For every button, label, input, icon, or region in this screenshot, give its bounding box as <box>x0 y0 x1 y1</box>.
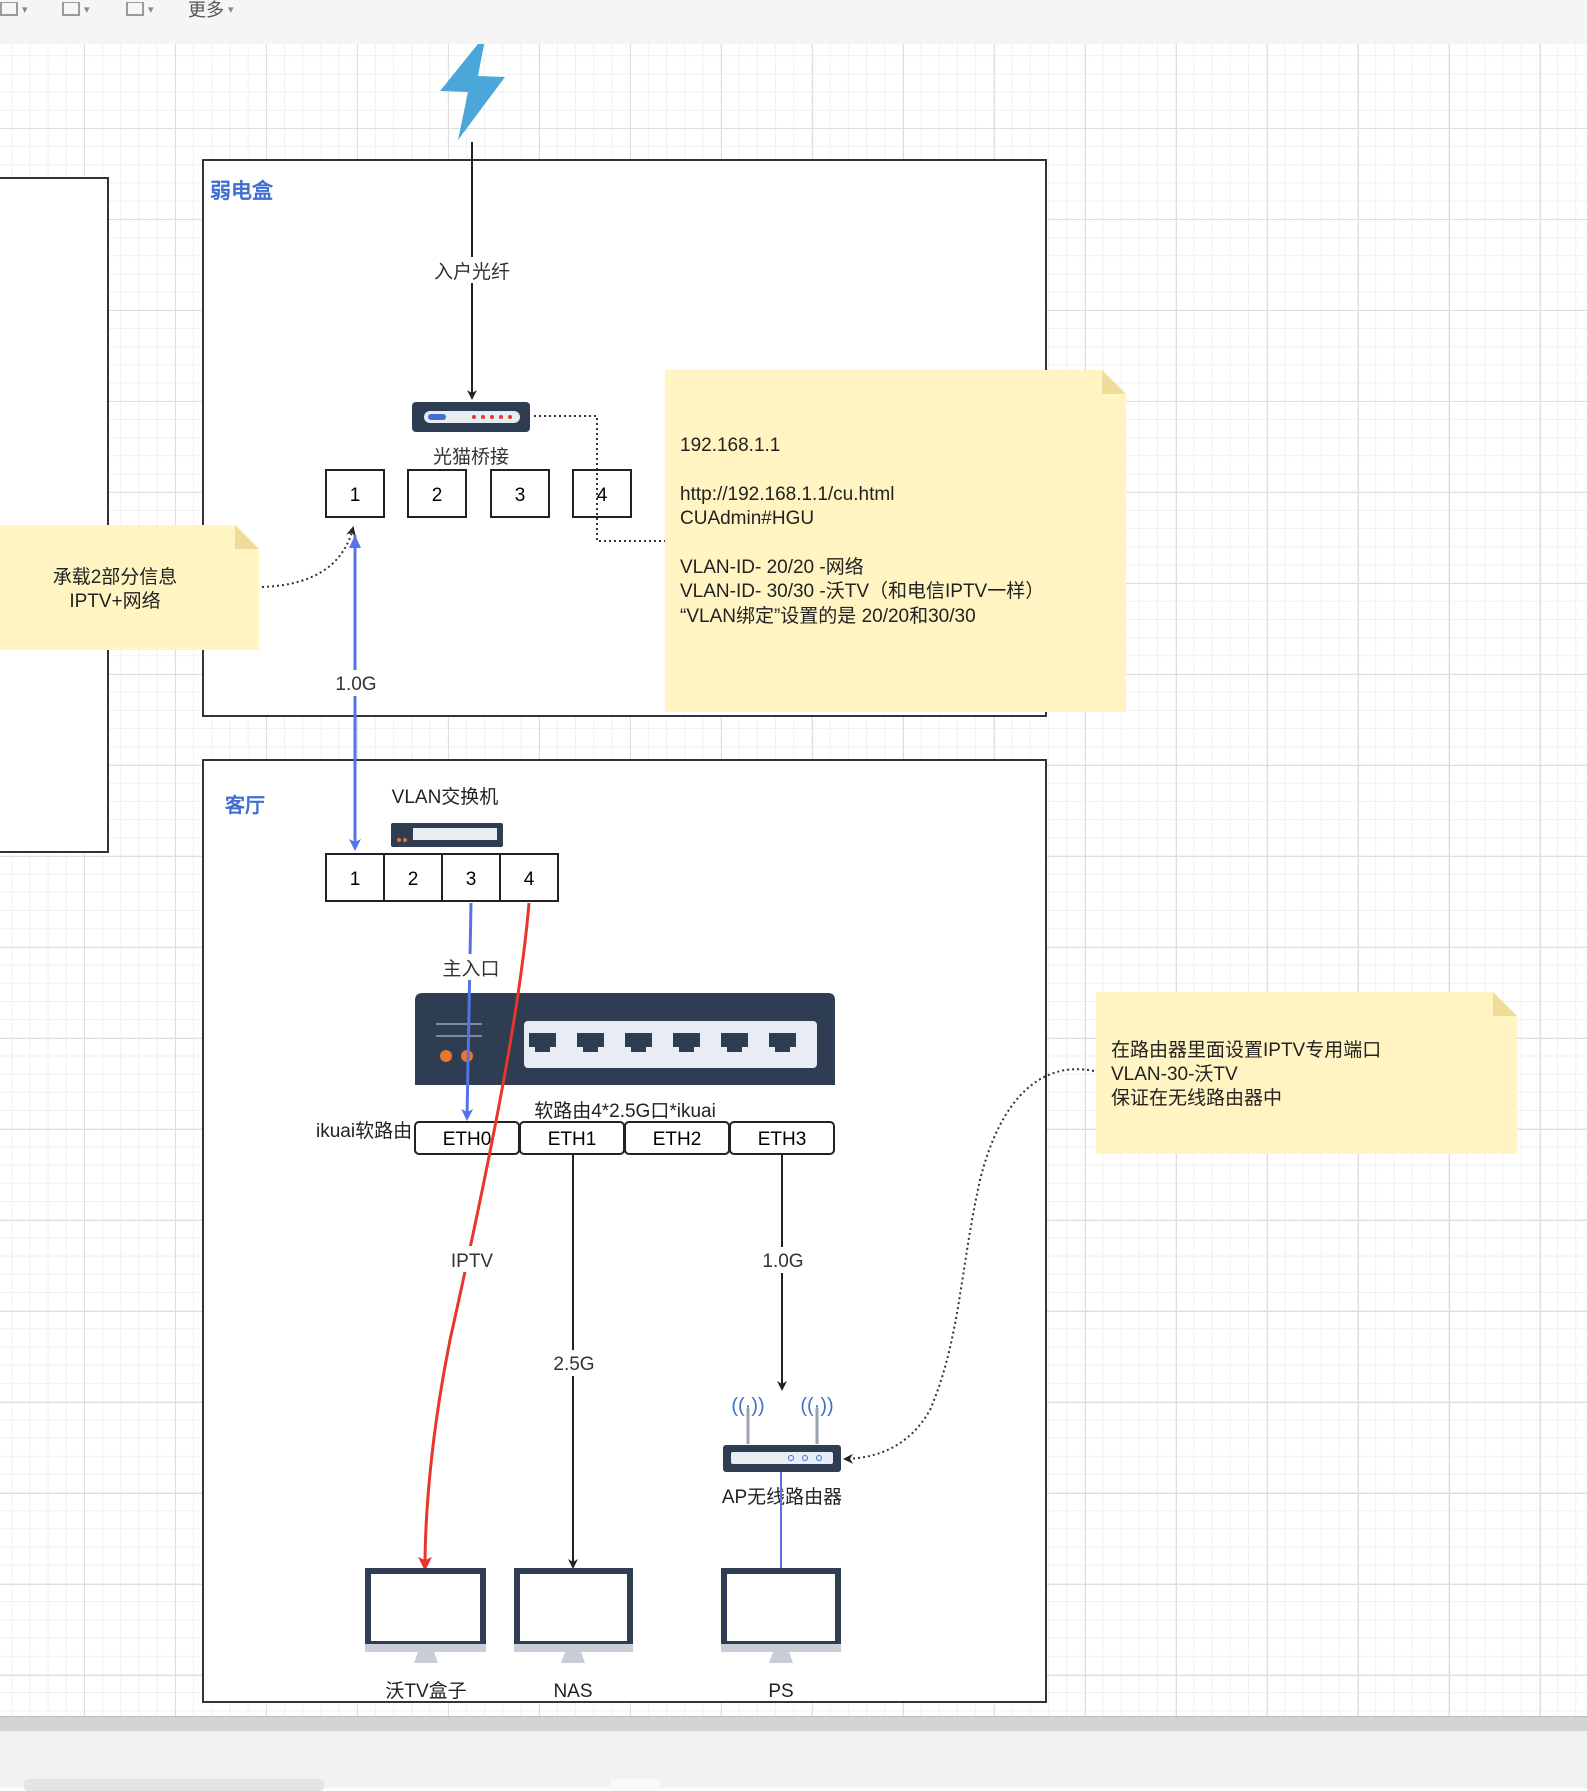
nas-label: NAS <box>553 1681 592 1702</box>
eth0-label: ETH0 <box>443 1129 492 1150</box>
modem-led <box>508 415 512 419</box>
switch-face <box>413 828 497 840</box>
grid-button[interactable]: ▾ <box>126 0 154 24</box>
switch-led <box>397 838 401 842</box>
monitor-bezel <box>365 1644 486 1652</box>
horizontal-scrollbar[interactable] <box>0 1716 1587 1732</box>
lightning-bolt-icon <box>440 44 505 140</box>
carry-info-line-1: IPTV+网络 <box>69 590 160 612</box>
note-config-line-6: VLAN-ID- 30/30 -沃TV（和电信IPTV一样） <box>680 580 1044 602</box>
page-tab[interactable] <box>610 1779 660 1791</box>
monitor-icon <box>514 1568 633 1647</box>
router-led <box>440 1050 452 1062</box>
modem-indicator <box>428 414 446 420</box>
carry-info-note[interactable]: 承载2部分信息 IPTV+网络 <box>0 525 259 650</box>
router-iptv-note[interactable]: 在路由器里面设置IPTV专用端口 VLAN-30-沃TV 保证在无线路由器中 <box>1096 992 1517 1154</box>
vlan-switch-ports: 1 2 3 4 <box>325 853 559 902</box>
wifi-signal-icon: ((·)) <box>731 1395 764 1417</box>
modem-led <box>499 415 503 419</box>
note-config-line-3: CUAdmin#HGU <box>680 508 814 529</box>
monitor-icon <box>365 1568 486 1647</box>
switch-port-1-label: 1 <box>350 869 361 890</box>
bottom-bar <box>0 1731 1587 1791</box>
more-menu[interactable]: 更多 ▾ <box>188 0 234 24</box>
note-config-line-7: “VLAN绑定”设置的是 20/20和30/30 <box>680 605 976 627</box>
note-config-line-0: 192.168.1.1 <box>680 435 780 456</box>
align-button[interactable]: ▾ <box>62 0 90 24</box>
wifi-signal-icon: ((·)) <box>800 1395 833 1417</box>
switch-port-2-label: 2 <box>408 869 419 890</box>
soft-router-label: 软路由4*2.5G口*ikuai <box>534 1100 716 1122</box>
chevron-down-icon: ▾ <box>228 3 234 16</box>
note-config-line-2: http://192.168.1.1/cu.html <box>680 484 894 505</box>
nas-speed-label: 2.5G <box>553 1354 594 1375</box>
vlan-switch-label: VLAN交换机 <box>392 786 499 808</box>
chevron-down-icon: ▾ <box>148 3 154 16</box>
carry-info-line-0: 承载2部分信息 <box>53 566 178 588</box>
switch-port-4-label: 4 <box>524 869 535 890</box>
ap-speed-label: 1.0G <box>762 1251 803 1272</box>
router-eth-ports: ETH0 ETH1 ETH2 ETH3 <box>414 1121 835 1155</box>
network-diagram: 弱电盒 客厅 入户光纤 光猫桥接 1 2 3 4 192.168.1.1 htt… <box>0 44 1517 1703</box>
main-entry-label: 主入口 <box>442 958 499 980</box>
grid-icon <box>126 2 144 16</box>
uplink-1g-label: 1.0G <box>335 674 376 695</box>
soft-router-device[interactable] <box>415 993 835 1085</box>
router-note-line-2: 保证在无线路由器中 <box>1111 1087 1282 1109</box>
modem-label: 光猫桥接 <box>433 446 509 468</box>
modem-port-2-label: 2 <box>432 485 443 506</box>
ps-label: PS <box>768 1681 793 1702</box>
more-menu-label: 更多 <box>188 0 224 20</box>
monitor-stand <box>414 1652 438 1663</box>
monitor-stand <box>561 1652 585 1663</box>
monitor-stand <box>769 1652 793 1663</box>
monitor-icon <box>721 1568 841 1647</box>
ap-face <box>731 1452 833 1464</box>
eth1-label: ETH1 <box>548 1129 597 1150</box>
modem-port-3-label: 3 <box>515 485 526 506</box>
tv-box-label: 沃TV盒子 <box>385 1680 466 1702</box>
chevron-down-icon: ▾ <box>22 3 28 16</box>
eth2-label: ETH2 <box>653 1129 702 1150</box>
modem-port-4-label: 4 <box>597 485 608 506</box>
living-room-title: 客厅 <box>224 793 265 817</box>
soft-router-side-label: ikuai软路由 <box>316 1120 412 1142</box>
chevron-down-icon: ▾ <box>84 3 90 16</box>
left-partial-panel[interactable] <box>0 177 109 853</box>
switch-led <box>403 838 407 842</box>
monitor-bezel <box>721 1644 841 1652</box>
diagram-canvas[interactable]: 弱电盒 客厅 入户光纤 光猫桥接 1 2 3 4 192.168.1.1 htt… <box>0 44 1587 1716</box>
note-config-line-5: VLAN-ID- 20/20 -网络 <box>680 556 864 578</box>
fiber-label: 入户光纤 <box>434 261 510 283</box>
modem-led <box>472 415 476 419</box>
iptv-label: IPTV <box>451 1251 494 1272</box>
modem-led <box>481 415 485 419</box>
switch-port-3-label: 3 <box>466 869 477 890</box>
router-note-line-0: 在路由器里面设置IPTV专用端口 <box>1111 1039 1381 1061</box>
modem-port-1-label: 1 <box>350 485 361 506</box>
router-note-line-1: VLAN-30-沃TV <box>1111 1063 1238 1085</box>
align-icon <box>62 2 80 16</box>
monitor-bezel <box>514 1644 633 1652</box>
page-tab[interactable] <box>24 1779 324 1791</box>
modem-led <box>490 415 494 419</box>
modem-config-note[interactable]: 192.168.1.1 http://192.168.1.1/cu.html C… <box>665 370 1126 712</box>
weak-box-title: 弱电盒 <box>210 179 274 203</box>
layers-icon <box>0 2 18 16</box>
eth3-label: ETH3 <box>758 1129 807 1150</box>
layers-button[interactable]: ▾ <box>0 0 28 24</box>
toolbar: ▾ ▾ ▾ 更多 ▾ <box>0 0 1587 45</box>
